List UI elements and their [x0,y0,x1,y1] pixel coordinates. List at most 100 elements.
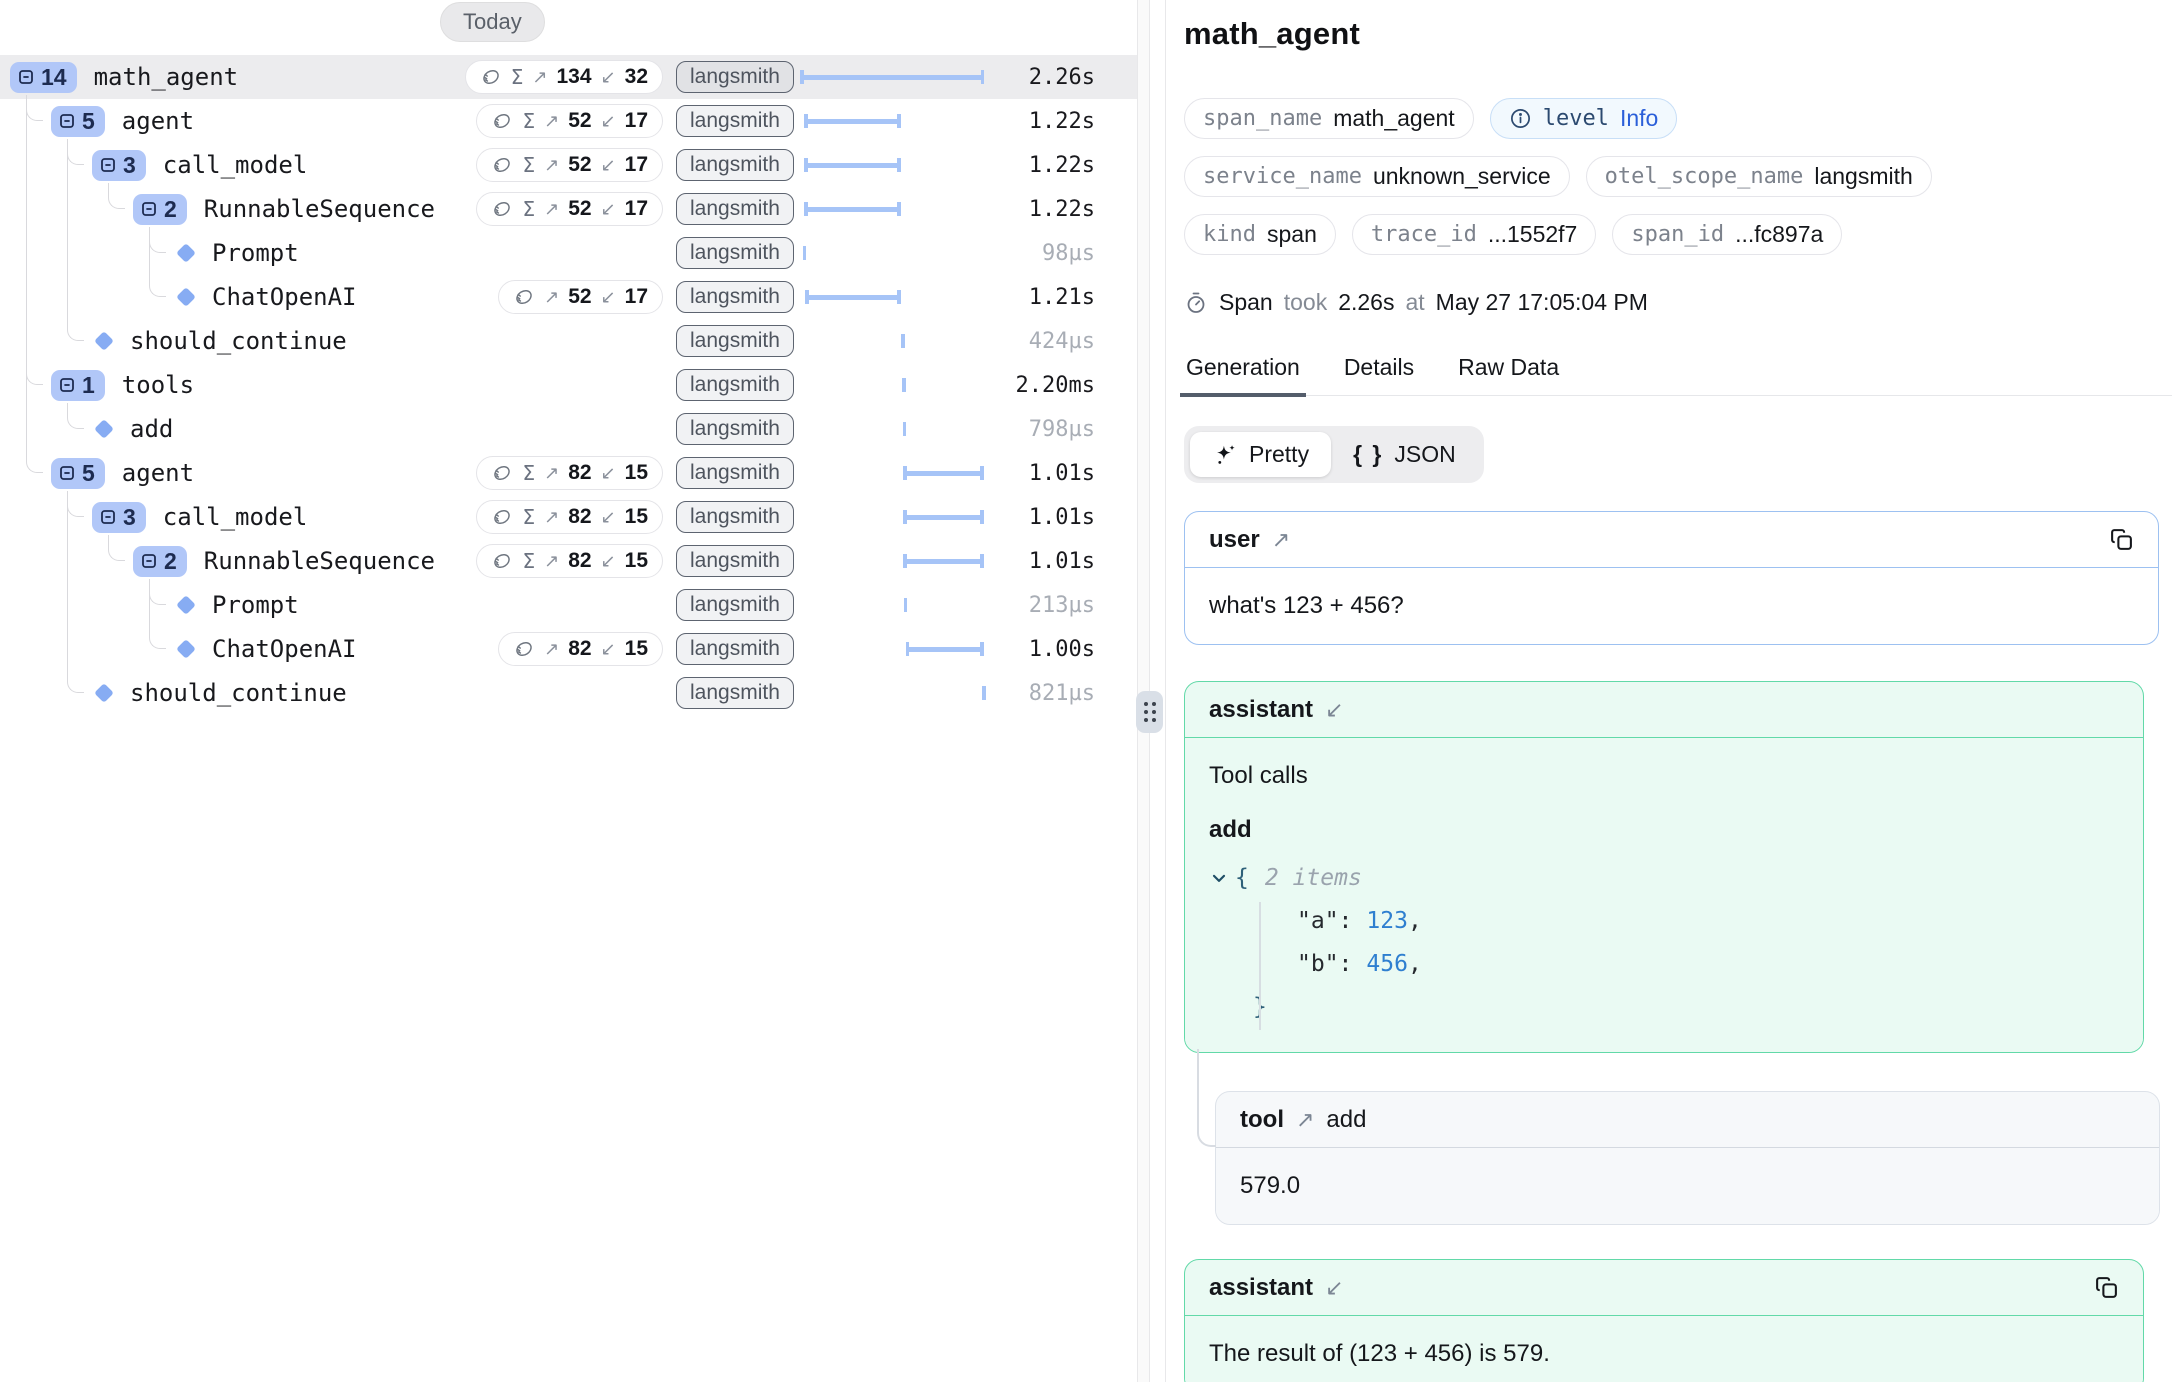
assistant-header: assistant ↙ [1185,682,2143,738]
input-tokens-icon: ↗ [544,287,559,308]
token-coin-icon [491,506,513,528]
duration-bar [903,554,984,568]
output-tokens-count: 15 [625,505,648,529]
assistant-final-card: assistant ↙ The result of (123 + 456) is… [1184,1259,2144,1382]
duration-gantt [800,671,984,715]
leaf-diamond-icon [95,332,113,350]
collapse-square-icon [140,552,158,570]
tree-row-call_model[interactable]: 3call_modelΣ↗52↙17langsmith1.22s [0,143,1137,187]
output-tokens-icon: ↙ [601,507,616,528]
duration-tick [901,334,905,348]
vendor-chip: langsmith [676,501,794,533]
span-name-label: RunnableSequence [204,195,435,223]
expand-arrow-icon[interactable]: ↗ [1296,1107,1314,1133]
child-count: 2 [164,548,177,575]
tree-row-ChatOpenAI[interactable]: ChatOpenAI↗52↙17langsmith1.21s [0,275,1137,319]
collapse-arrow-icon[interactable]: ↙ [1325,697,1343,723]
tree-row-Prompt[interactable]: Promptlangsmith213µs [0,583,1137,627]
tree-row-RunnableSequence[interactable]: 2RunnableSequenceΣ↗52↙17langsmith1.22s [0,187,1137,231]
collapse-badge[interactable]: 2 [133,194,187,225]
tool-call-name: add [1209,816,2119,844]
tab-generation[interactable]: Generation [1184,348,1302,395]
input-tokens-icon: ↗ [532,67,547,88]
token-count-badge: Σ↗82↙15 [476,544,663,578]
tag-value: ...fc897a [1735,221,1823,248]
duration-bar [903,510,984,524]
tree-row-agent[interactable]: 5agentΣ↗82↙15langsmith1.01s [0,451,1137,495]
child-count: 5 [82,108,95,135]
tree-row-RunnableSequence[interactable]: 2RunnableSequenceΣ↗82↙15langsmith1.01s [0,539,1137,583]
tab-raw-data[interactable]: Raw Data [1456,348,1561,395]
tree-row-should_continue[interactable]: should_continuelangsmith821µs [0,671,1137,715]
duration-gantt [800,539,984,583]
leaf-diamond-icon [177,640,195,658]
token-coin-icon [491,550,513,572]
tree-row-ChatOpenAI[interactable]: ChatOpenAI↗82↙15langsmith1.00s [0,627,1137,671]
tree-row-math_agent[interactable]: 14math_agentΣ↗134↙32langsmith2.26s [0,55,1137,99]
span-name-label: agent [122,107,194,135]
tree-row-should_continue[interactable]: should_continuelangsmith424µs [0,319,1137,363]
token-coin-icon [491,154,513,176]
assistant-role-label: assistant [1209,1274,1313,1302]
json-open-line: { 2 items [1209,856,2119,899]
duration-label: 1.01s [1029,461,1095,486]
tool-result-group: tool ↗ add 579.0 [1184,1091,2172,1225]
duration-bar [800,70,984,84]
assistant-toolcall-card: assistant ↙ Tool calls add { 2 items "a"… [1184,681,2144,1053]
duration-label: 98µs [1042,241,1095,266]
pretty-label: Pretty [1249,441,1309,468]
tag-key: level [1543,106,1609,131]
span-name-label: tools [122,371,194,399]
duration-bar [804,202,901,216]
tag-key: trace_id [1371,222,1477,247]
copy-button[interactable] [2094,1275,2119,1300]
vendor-chip: langsmith [676,105,794,137]
json-label: JSON [1394,441,1455,468]
collapse-badge[interactable]: 5 [51,458,105,489]
json-toggle-button[interactable]: { } JSON [1331,432,1478,477]
collapse-square-icon [140,200,158,218]
output-tokens-count: 17 [625,285,648,309]
collapse-badge[interactable]: 14 [10,62,77,93]
duration-gantt [800,363,984,407]
copy-button[interactable] [2109,527,2134,552]
tree-row-add[interactable]: addlangsmith798µs [0,407,1137,451]
output-tokens-icon: ↙ [601,111,616,132]
token-coin-icon [491,462,513,484]
vendor-chip: langsmith [676,281,794,313]
duration-bar [903,466,984,480]
pretty-toggle-button[interactable]: Pretty [1190,432,1331,477]
input-tokens-icon: ↗ [544,155,559,176]
token-count-badge: Σ↗82↙15 [476,456,663,490]
expand-arrow-icon[interactable]: ↗ [1272,527,1290,553]
tree-row-tools[interactable]: 1toolslangsmith2.20ms [0,363,1137,407]
chevron-down-icon[interactable] [1209,868,1229,888]
output-tokens-count: 17 [625,109,648,133]
output-tokens-icon: ↙ [601,199,616,220]
assistant-final-content: The result of (123 + 456) is 579. [1185,1316,2143,1382]
tree-row-agent[interactable]: 5agentΣ↗52↙17langsmith1.22s [0,99,1137,143]
divider-drag-handle[interactable] [1136,691,1163,733]
assistant-role-label: assistant [1209,696,1313,724]
json-open-brace: { [1235,865,1249,891]
duration-gantt [800,143,984,187]
tree-row-call_model[interactable]: 3call_modelΣ↗82↙15langsmith1.01s [0,495,1137,539]
span-name-label: agent [122,459,194,487]
collapse-arrow-icon[interactable]: ↙ [1325,1275,1343,1301]
tag-value: Info [1620,105,1658,132]
span-name-label: should_continue [130,679,347,707]
collapse-badge[interactable]: 5 [51,106,105,137]
collapse-badge[interactable]: 1 [51,370,105,401]
tree-row-Prompt[interactable]: Promptlangsmith98µs [0,231,1137,275]
collapse-badge[interactable]: 3 [92,150,146,181]
duration-gantt [800,319,984,363]
duration-label: 213µs [1029,593,1095,618]
collapse-badge[interactable]: 3 [92,502,146,533]
tree-connector-line [149,579,166,605]
view-toggle: Pretty { } JSON [1184,426,1484,483]
collapse-badge[interactable]: 2 [133,546,187,577]
input-tokens-count: 82 [568,505,591,529]
input-tokens-count: 82 [568,637,591,661]
input-tokens-icon: ↗ [544,463,559,484]
tab-details[interactable]: Details [1342,348,1416,395]
